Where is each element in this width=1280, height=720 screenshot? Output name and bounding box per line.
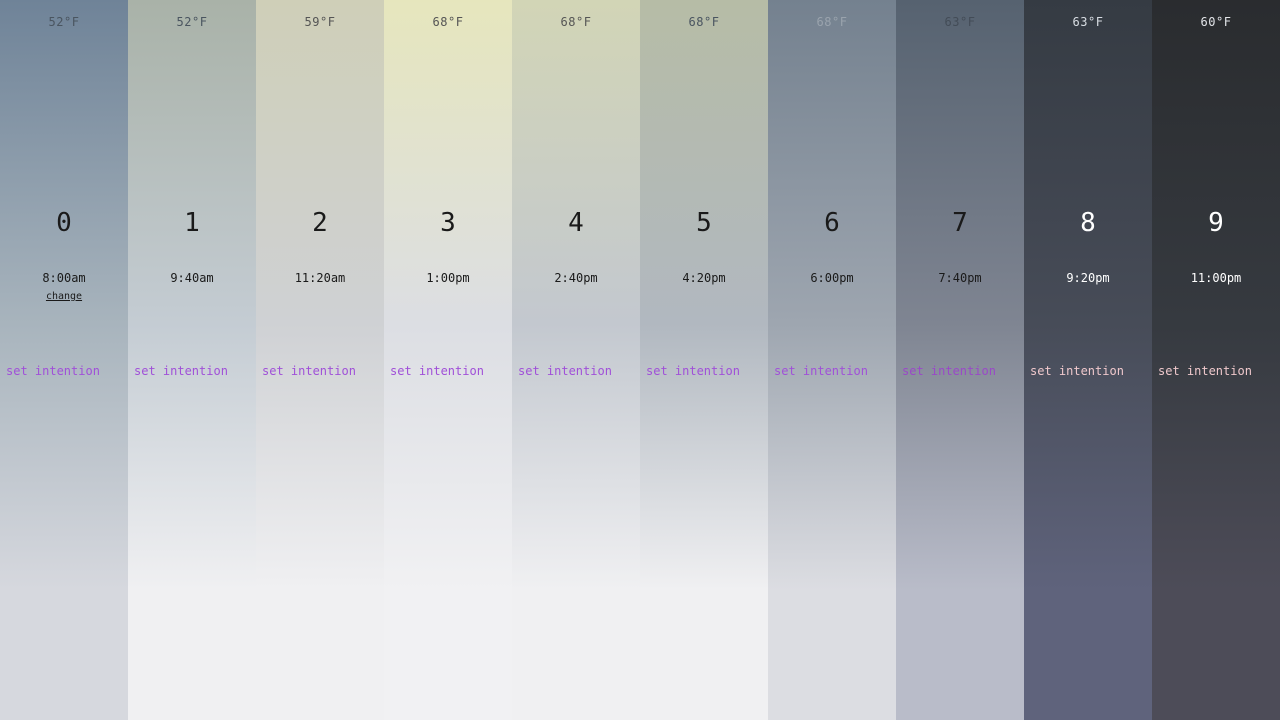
time-column-board: 52°F 0 8:00am change set intention 52°F …: [0, 0, 1280, 720]
slot-number: 9: [1208, 208, 1224, 238]
time-column-5[interactable]: 68°F 5 4:20pm set intention: [640, 0, 768, 720]
slot-time: 4:20pm: [682, 271, 726, 285]
slot-time: 1:00pm: [426, 271, 470, 285]
temperature-label: 59°F: [304, 15, 336, 29]
slot-number: 5: [696, 208, 712, 238]
slot-time: 9:40am: [170, 271, 214, 285]
slot-time: 2:40pm: [554, 271, 598, 285]
slot-number: 1: [184, 208, 200, 238]
set-intention-button[interactable]: set intention: [902, 364, 996, 378]
slot-number: 2: [312, 208, 328, 238]
temperature-label: 63°F: [1072, 15, 1104, 29]
time-column-7[interactable]: 63°F 7 7:40pm set intention: [896, 0, 1024, 720]
time-column-2[interactable]: 59°F 2 11:20am set intention: [256, 0, 384, 720]
set-intention-button[interactable]: set intention: [390, 364, 484, 378]
slot-number: 6: [824, 208, 840, 238]
temperature-label: 60°F: [1200, 15, 1232, 29]
slot-time: 11:00pm: [1190, 271, 1242, 285]
temperature-label: 68°F: [688, 15, 720, 29]
slot-time: 6:00pm: [810, 271, 854, 285]
time-column-4[interactable]: 68°F 4 2:40pm set intention: [512, 0, 640, 720]
slot-time: 11:20am: [294, 271, 346, 285]
slot-time: 9:20pm: [1066, 271, 1110, 285]
time-column-8[interactable]: 63°F 8 9:20pm set intention: [1024, 0, 1152, 720]
temperature-label: 52°F: [176, 15, 208, 29]
slot-time: 7:40pm: [938, 271, 982, 285]
set-intention-button[interactable]: set intention: [1030, 364, 1124, 378]
temperature-label: 63°F: [944, 15, 976, 29]
slot-number: 0: [56, 208, 72, 238]
change-time-link[interactable]: change: [0, 291, 128, 302]
temperature-label: 68°F: [432, 15, 464, 29]
set-intention-button[interactable]: set intention: [262, 364, 356, 378]
set-intention-button[interactable]: set intention: [518, 364, 612, 378]
time-column-0[interactable]: 52°F 0 8:00am change set intention: [0, 0, 128, 720]
time-column-1[interactable]: 52°F 1 9:40am set intention: [128, 0, 256, 720]
slot-time: 8:00am: [42, 271, 86, 285]
temperature-label: 68°F: [560, 15, 592, 29]
temperature-label: 52°F: [48, 15, 80, 29]
slot-number: 8: [1080, 208, 1096, 238]
set-intention-button[interactable]: set intention: [646, 364, 740, 378]
time-column-3[interactable]: 68°F 3 1:00pm set intention: [384, 0, 512, 720]
slot-number: 7: [952, 208, 968, 238]
set-intention-button[interactable]: set intention: [6, 364, 100, 378]
time-column-9[interactable]: 60°F 9 11:00pm set intention: [1152, 0, 1280, 720]
time-column-6[interactable]: 68°F 6 6:00pm set intention: [768, 0, 896, 720]
set-intention-button[interactable]: set intention: [774, 364, 868, 378]
slot-number: 4: [568, 208, 584, 238]
set-intention-button[interactable]: set intention: [134, 364, 228, 378]
set-intention-button[interactable]: set intention: [1158, 364, 1252, 378]
slot-number: 3: [440, 208, 456, 238]
temperature-label: 68°F: [816, 15, 848, 29]
